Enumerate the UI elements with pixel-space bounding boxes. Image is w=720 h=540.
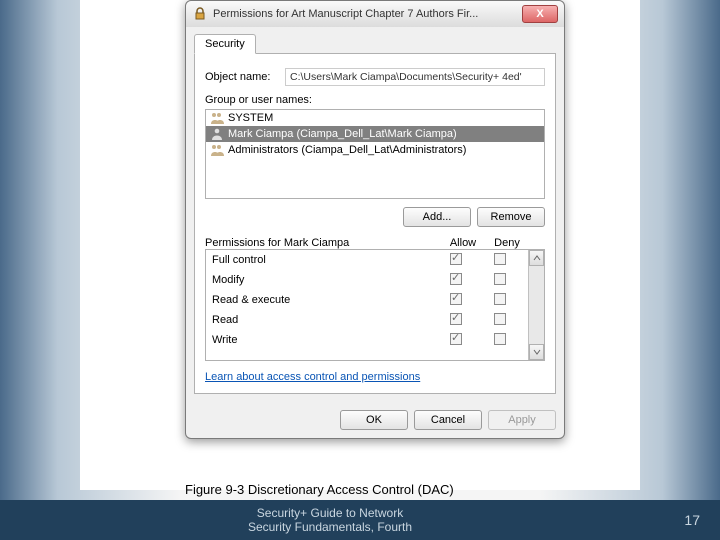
allow-checkbox[interactable] [450, 293, 462, 305]
footer-line2: Security Fundamentals, Fourth [0, 520, 660, 534]
permission-row: Full control [206, 250, 528, 270]
scroll-up-button[interactable] [529, 250, 544, 266]
tab-body: Object name: C:\Users\Mark Ciampa\Docume… [194, 53, 556, 394]
permission-row: Read [206, 310, 528, 330]
deny-column-header: Deny [485, 237, 529, 249]
lock-icon [192, 6, 208, 22]
object-name-value: C:\Users\Mark Ciampa\Documents\Security+… [285, 68, 545, 86]
permission-row: Modify [206, 270, 528, 290]
deny-checkbox[interactable] [494, 293, 506, 305]
chevron-down-icon [533, 349, 541, 355]
permissions-list: Full control Modify Read & execute Read [205, 249, 545, 361]
deny-checkbox[interactable] [494, 273, 506, 285]
slide-footer: Security+ Guide to Network Security Fund… [0, 500, 720, 540]
list-item-label: SYSTEM [228, 112, 273, 124]
permission-name: Read & execute [212, 294, 434, 306]
list-item-label: Mark Ciampa (Ciampa_Dell_Lat\Mark Ciampa… [228, 128, 457, 140]
tab-security[interactable]: Security [194, 34, 256, 54]
object-name-label: Object name: [205, 71, 285, 83]
users-icon [210, 144, 224, 156]
remove-button[interactable]: Remove [477, 207, 545, 227]
window-title: Permissions for Art Manuscript Chapter 7… [213, 8, 522, 20]
scroll-down-button[interactable] [529, 344, 544, 360]
tab-strip: Security [186, 27, 564, 53]
allow-column-header: Allow [441, 237, 485, 249]
chevron-up-icon [533, 255, 541, 261]
permission-row: Write [206, 330, 528, 350]
list-item[interactable]: Mark Ciampa (Ciampa_Dell_Lat\Mark Ciampa… [206, 126, 544, 142]
cancel-button[interactable]: Cancel [414, 410, 482, 430]
list-item-label: Administrators (Ciampa_Dell_Lat\Administ… [228, 144, 466, 156]
principals-list[interactable]: SYSTEM Mark Ciampa (Ciampa_Dell_Lat\Mark… [205, 109, 545, 199]
close-icon: X [536, 8, 543, 20]
scroll-track[interactable] [529, 266, 544, 344]
figure-label: Figure 9-3 Discretionary Access Control … [185, 482, 565, 497]
deny-checkbox[interactable] [494, 253, 506, 265]
ok-button[interactable]: OK [340, 410, 408, 430]
deny-checkbox[interactable] [494, 313, 506, 325]
users-icon [210, 112, 224, 124]
group-label: Group or user names: [205, 94, 545, 106]
permission-name: Write [212, 334, 434, 346]
permission-name: Full control [212, 254, 434, 266]
titlebar[interactable]: Permissions for Art Manuscript Chapter 7… [186, 1, 564, 27]
learn-link[interactable]: Learn about access control and permissio… [205, 371, 420, 383]
apply-button[interactable]: Apply [488, 410, 556, 430]
scrollbar[interactable] [528, 250, 544, 360]
list-item[interactable]: Administrators (Ciampa_Dell_Lat\Administ… [206, 142, 544, 158]
footer-line1: Security+ Guide to Network [0, 506, 660, 520]
allow-checkbox[interactable] [450, 253, 462, 265]
close-button[interactable]: X [522, 5, 558, 23]
add-button[interactable]: Add... [403, 207, 471, 227]
permissions-label: Permissions for Mark Ciampa [205, 237, 441, 249]
deny-checkbox[interactable] [494, 333, 506, 345]
user-icon [210, 128, 224, 140]
permissions-dialog: Permissions for Art Manuscript Chapter 7… [185, 0, 565, 439]
permission-name: Modify [212, 274, 434, 286]
permission-name: Read [212, 314, 434, 326]
allow-checkbox[interactable] [450, 333, 462, 345]
allow-checkbox[interactable] [450, 313, 462, 325]
allow-checkbox[interactable] [450, 273, 462, 285]
list-item[interactable]: SYSTEM [206, 110, 544, 126]
permission-row: Read & execute [206, 290, 528, 310]
page-number: 17 [660, 512, 720, 528]
